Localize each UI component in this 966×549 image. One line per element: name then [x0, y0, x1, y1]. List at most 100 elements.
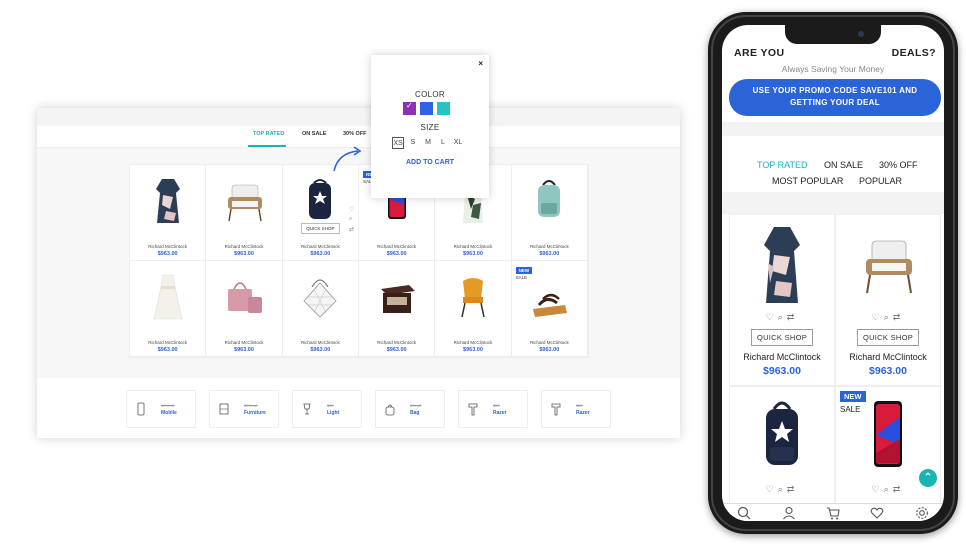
product-card[interactable]: ♡⌕⇄ QUICK SHOP Richard McClintock $963.0…: [729, 214, 835, 386]
product-actions: ♡⌕⇄: [730, 312, 834, 323]
product-name: Richard McClintock: [743, 352, 821, 362]
zoom-icon[interactable]: ⌕: [884, 484, 893, 494]
settings-icon[interactable]: [915, 506, 929, 520]
heart-icon[interactable]: [870, 506, 884, 520]
tab-top-rated[interactable]: TOP RATED: [757, 160, 808, 170]
bag-icon: [385, 404, 395, 416]
category-card[interactable]: $99 Light: [292, 390, 362, 428]
product-name: Richard McClintock: [453, 340, 493, 345]
desktop-product-grid: Richard McClintock $963.00 Richard McCli…: [129, 164, 589, 358]
razer-icon: [551, 403, 561, 416]
tab-top-rated[interactable]: TOP RATED: [253, 131, 284, 137]
size-option-l[interactable]: L: [437, 137, 449, 149]
category-card[interactable]: $99 Razer: [541, 390, 611, 428]
category-discount: $99: [493, 403, 500, 408]
compare-icon[interactable]: ⇄: [893, 312, 905, 322]
backpack-icon: [538, 180, 561, 217]
product-card[interactable]: Richard McClintock $963.00: [206, 261, 283, 357]
promo-banner[interactable]: USE YOUR PROMO CODE SAVE101 AND GETTING …: [729, 79, 941, 116]
dress-icon: [764, 227, 800, 303]
product-actions: ♡⌕⇄: [730, 484, 834, 495]
heart-icon[interactable]: ♡: [766, 484, 778, 494]
product-name: Richard McClintock: [224, 340, 264, 345]
side-table-icon: [380, 285, 415, 313]
product-price: $963.00: [763, 365, 801, 377]
desktop-top-bar: [37, 108, 680, 126]
size-option-xl[interactable]: XL: [452, 137, 464, 149]
tab-on-sale[interactable]: ON SALE: [824, 160, 863, 170]
size-option-xs[interactable]: XS: [392, 137, 404, 149]
quick-shop-button[interactable]: QUICK SHOP: [301, 223, 340, 234]
smartphone-icon: [874, 401, 902, 467]
product-card[interactable]: Richard McClintock $963.00: [359, 261, 436, 357]
search-icon[interactable]: [737, 506, 751, 520]
product-card[interactable]: QUICK SHOP Richard McClintock $963.00: [282, 165, 359, 261]
product-card[interactable]: ♡⌕⇄ QUICK SHOP Richard McClintock $963.0…: [835, 214, 941, 386]
heart-icon[interactable]: ♡: [872, 312, 884, 322]
product-hover-actions: ♡ ⌕ ⇄: [349, 206, 357, 236]
color-swatch-teal[interactable]: [437, 102, 450, 115]
tab-on-sale[interactable]: ON SALE: [302, 131, 326, 137]
user-icon[interactable]: [782, 506, 796, 520]
color-swatch-blue[interactable]: [420, 102, 433, 115]
product-card[interactable]: Richard McClintock $963.00: [511, 165, 588, 261]
category-card[interactable]: 0% off Bag: [375, 390, 445, 428]
cart-icon[interactable]: [826, 506, 840, 520]
product-card[interactable]: Richard McClintock $963.00: [282, 261, 359, 357]
white-dress-icon: [153, 274, 183, 320]
product-name: Richard McClintock: [529, 244, 569, 249]
product-card[interactable]: NEW SALE Richard McClintock $963.00: [511, 261, 588, 357]
heart-icon[interactable]: ♡: [766, 312, 778, 322]
tab-30-off[interactable]: 30% OFF: [343, 131, 367, 137]
zoom-icon[interactable]: ⌕: [778, 484, 787, 494]
tab-most-popular[interactable]: MOST POPULAR: [772, 176, 843, 186]
product-price: $963.00: [386, 347, 407, 353]
category-card[interactable]: 30% off Furniture: [209, 390, 279, 428]
quick-shop-button[interactable]: QUICK SHOP: [750, 329, 814, 346]
product-card[interactable]: ♡⌕⇄: [729, 386, 835, 521]
product-price: $963.00: [234, 251, 254, 257]
product-price: $963.00: [539, 251, 560, 257]
backpack-icon: [766, 401, 798, 465]
tab-30-off[interactable]: 30% OFF: [879, 160, 918, 170]
quick-shop-button[interactable]: QUICK SHOP: [856, 329, 920, 346]
add-to-cart-button[interactable]: ADD TO CART: [371, 159, 489, 166]
product-name: Richard McClintock: [224, 244, 264, 249]
backpack-icon: [309, 179, 332, 219]
promo-code: SAVE101: [860, 86, 897, 95]
product-name: Richard McClintock: [300, 340, 340, 345]
zoom-icon[interactable]: ⌕: [778, 312, 787, 322]
dress-icon: [155, 179, 180, 223]
scroll-top-icon[interactable]: ⌃: [919, 469, 937, 487]
armchair-icon: [866, 240, 912, 294]
product-card[interactable]: Richard McClintock $963.00: [206, 165, 283, 261]
product-card[interactable]: NEW SALE ♡⌕⇄: [835, 386, 941, 521]
product-price: $963.00: [234, 347, 254, 353]
product-card[interactable]: Richard McClintock $963.00: [130, 261, 207, 357]
zoom-icon[interactable]: ⌕: [349, 216, 357, 223]
zoom-icon[interactable]: ⌕: [884, 312, 893, 322]
size-label: SIZE: [420, 123, 440, 132]
promo-line-1: USE YOUR PROMO CODE SAVE101 AND: [729, 85, 941, 97]
product-name: Richard McClintock: [300, 244, 340, 249]
product-card[interactable]: Richard McClintock $963.00: [130, 165, 207, 261]
category-card[interactable]: $99 Razer: [458, 390, 528, 428]
product-card[interactable]: Richard McClintock $963.00: [435, 261, 512, 357]
heart-icon[interactable]: ♡: [349, 206, 357, 213]
color-swatch-purple[interactable]: [403, 101, 416, 115]
category-card[interactable]: 10% off Mobile: [126, 390, 196, 428]
compare-icon[interactable]: ⇄: [349, 226, 357, 233]
close-icon[interactable]: ×: [478, 59, 483, 68]
heart-icon[interactable]: ♡: [872, 484, 884, 494]
phone-product-grid: ♡⌕⇄ QUICK SHOP Richard McClintock $963.0…: [729, 214, 941, 521]
razer-icon: [468, 403, 478, 416]
compare-icon[interactable]: ⇄: [787, 484, 799, 494]
compare-icon[interactable]: ⇄: [787, 312, 799, 322]
tab-popular[interactable]: POPULAR: [859, 176, 902, 186]
compare-icon[interactable]: ⇄: [893, 484, 905, 494]
product-name: Richard McClintock: [377, 244, 417, 249]
size-option-s[interactable]: S: [407, 137, 419, 149]
size-option-m[interactable]: M: [422, 137, 434, 149]
category-name: Light: [327, 410, 340, 416]
armchair-icon: [227, 184, 262, 222]
